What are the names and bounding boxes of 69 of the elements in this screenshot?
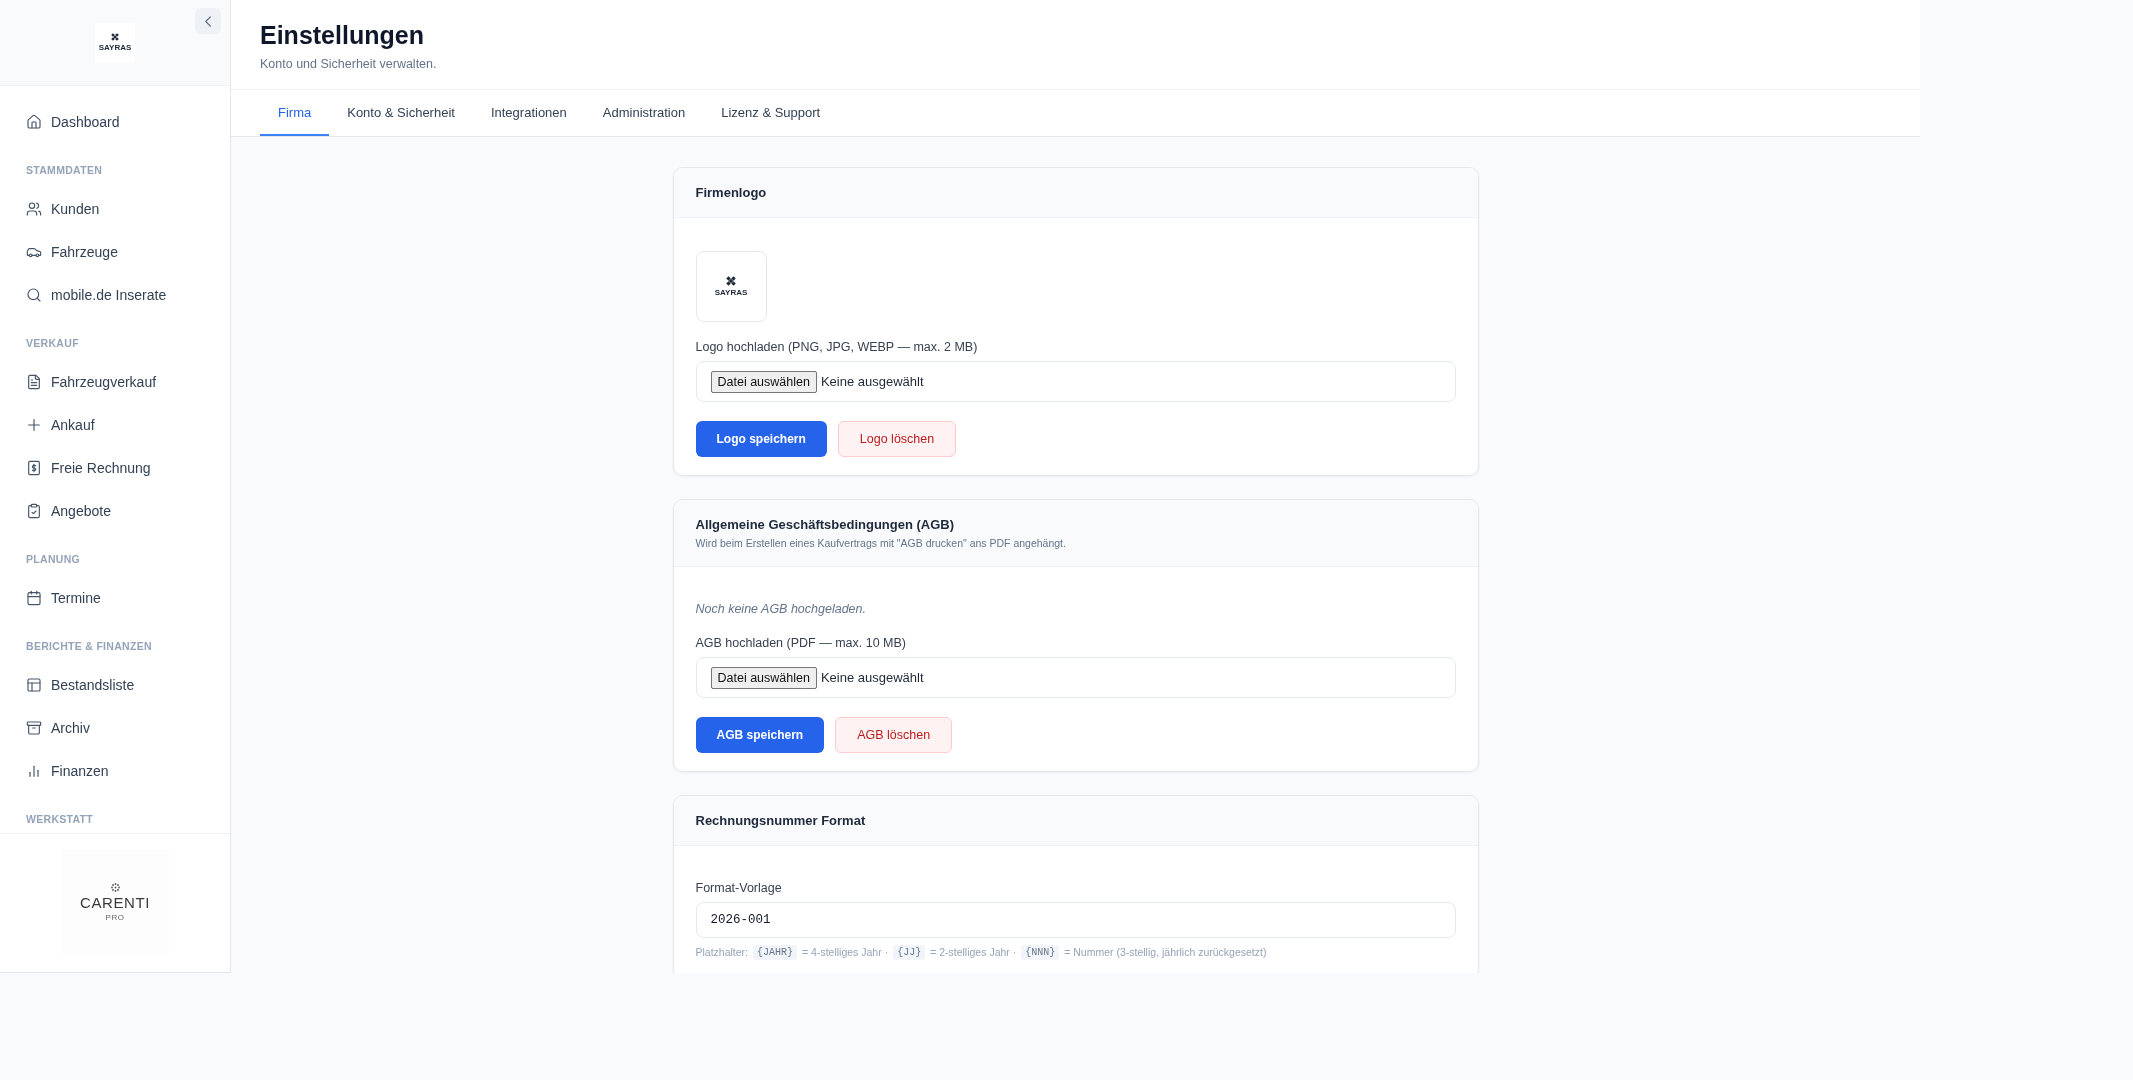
file-input[interactable]: Datei auswählen Keine ausgewählt bbox=[695, 657, 1456, 698]
nav-item[interactable]: Termine bbox=[12, 576, 218, 619]
card-subtitle: Wird beim Erstellen eines Kaufvertrags mit "AGB drucken" ans PDF angehängt. bbox=[695, 536, 1067, 550]
save-button[interactable]: Logo speichern bbox=[695, 421, 827, 457]
field-label: AGB hochladen (PDF — max. 10 MB) bbox=[695, 635, 906, 652]
nav-section-title: BERICHTE & FINANZEN bbox=[25, 639, 153, 654]
chevron-left-icon bbox=[205, 15, 211, 27]
nav-item[interactable]: Bestandsliste bbox=[12, 663, 218, 706]
hint-text: = Nummer (3-stellig, jährlich zurückgesetzt) bbox=[1064, 945, 1267, 960]
nav-item[interactable]: mobile.de Inserate bbox=[12, 273, 218, 316]
logo-text: SAYRAS bbox=[714, 288, 748, 297]
hint-text: Platzhalter: bbox=[695, 945, 749, 960]
nav-item[interactable]: Freie Rechnung bbox=[12, 446, 218, 489]
field-label: Format-Vorlage bbox=[695, 880, 782, 897]
brand-name: CARENTI bbox=[79, 894, 150, 911]
empty-state-text: Noch keine AGB hochgeladen. bbox=[695, 601, 867, 618]
calendar-icon bbox=[26, 589, 42, 606]
placeholder-token: {JJ} bbox=[893, 944, 926, 960]
nav-item[interactable]: Finanzen bbox=[12, 749, 218, 792]
tab[interactable]: Firma bbox=[260, 90, 330, 136]
choose-file-button[interactable]: Datei auswählen bbox=[710, 370, 817, 393]
clipboard-check-icon bbox=[26, 502, 42, 519]
tab[interactable]: Lizenz & Support bbox=[703, 90, 839, 136]
save-button[interactable]: AGB speichern bbox=[695, 717, 825, 753]
layout-icon bbox=[26, 676, 42, 693]
users-icon bbox=[26, 200, 42, 217]
file-status-text: Keine ausgewählt bbox=[820, 670, 924, 685]
logo-mark-icon bbox=[726, 276, 736, 286]
home-icon bbox=[26, 113, 42, 130]
nav-item[interactable]: Kunden bbox=[12, 187, 218, 230]
hint-text: = 2-stelliges Jahr · bbox=[930, 945, 1017, 960]
field-label: Logo hochladen (PNG, JPG, WEBP — max. 2 MB) bbox=[695, 339, 978, 356]
page-title: Einstellungen bbox=[260, 20, 425, 51]
hint-text: = 4-stelliges Jahr · bbox=[802, 945, 889, 960]
placeholder-token: {NNN} bbox=[1021, 944, 1060, 960]
page-subtitle: Konto und Sicherheit verwalten. bbox=[260, 56, 438, 73]
delete-button[interactable]: Logo löschen bbox=[837, 421, 957, 457]
archive-icon bbox=[26, 719, 42, 736]
logo-mark-icon bbox=[111, 33, 119, 41]
tab[interactable]: Integrationen bbox=[472, 90, 585, 136]
tab[interactable]: Administration bbox=[584, 90, 704, 136]
nav-item[interactable]: Fahrzeugverkauf bbox=[12, 360, 218, 403]
nav-item[interactable]: Fahrzeuge bbox=[12, 230, 218, 273]
choose-file-button[interactable]: Datei auswählen bbox=[710, 666, 817, 689]
card-title: Firmenlogo bbox=[695, 184, 768, 201]
nav-item[interactable]: Archiv bbox=[12, 706, 218, 749]
brand-tagline: PRO bbox=[105, 913, 125, 922]
card-title: Rechnungsnummer Format bbox=[695, 812, 867, 829]
card-title: Allgemeine Geschäftsbedingungen (AGB) bbox=[695, 516, 956, 533]
nav-item[interactable]: Dashboard bbox=[12, 100, 218, 143]
nav-item[interactable]: Angebote bbox=[12, 489, 218, 532]
nav-section-title: STAMMDATEN bbox=[25, 163, 104, 178]
logo-text: SAYRAS bbox=[98, 43, 132, 52]
plus-icon bbox=[26, 416, 42, 433]
file-input[interactable]: Datei auswählen Keine ausgewählt bbox=[695, 361, 1456, 402]
nav-item[interactable]: Ankauf bbox=[12, 403, 218, 446]
placeholder-token: {JAHR} bbox=[753, 944, 798, 960]
logo-mark-icon bbox=[110, 883, 120, 892]
receipt-icon bbox=[26, 459, 42, 476]
search-icon bbox=[26, 286, 42, 303]
file-status-text: Keine ausgewählt bbox=[820, 374, 924, 389]
document-icon bbox=[26, 373, 42, 390]
tab[interactable]: Konto & Sicherheit bbox=[329, 90, 473, 136]
nav-section-title: PLANUNG bbox=[25, 552, 81, 567]
delete-button[interactable]: AGB löschen bbox=[835, 717, 953, 753]
nav-section-title: WERKSTATT bbox=[25, 812, 95, 827]
text-input[interactable]: 2026-001 bbox=[695, 902, 1456, 938]
collapse-sidebar-button[interactable] bbox=[195, 8, 221, 34]
nav-section-title: VERKAUF bbox=[25, 336, 80, 351]
